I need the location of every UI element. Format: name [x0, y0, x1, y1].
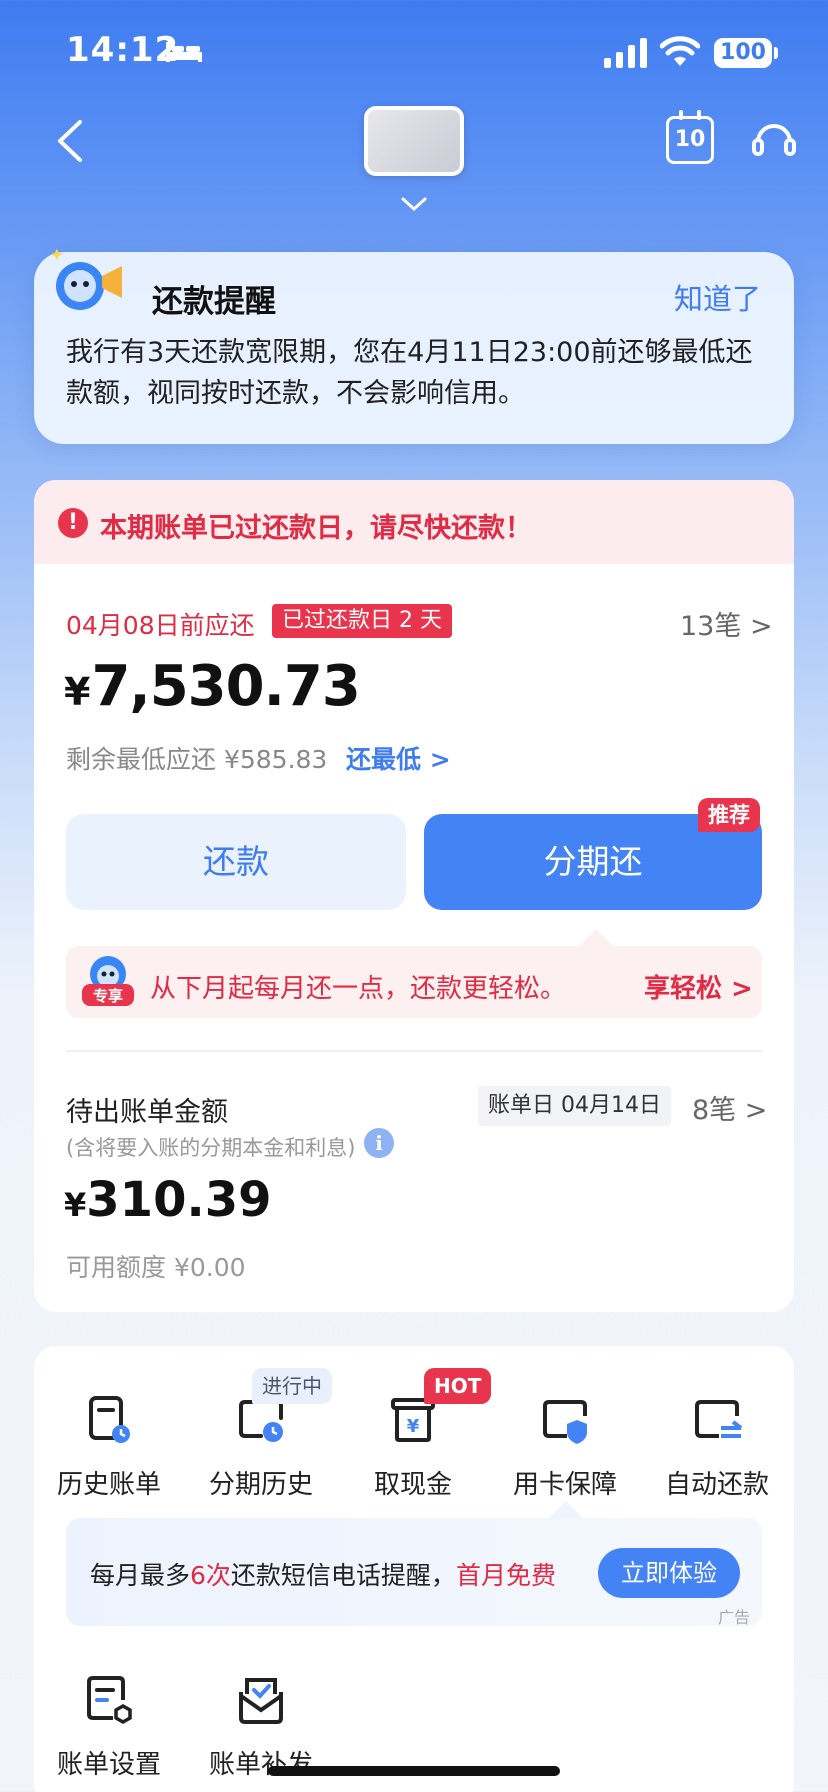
dismiss-reminder-button[interactable]: 知道了 [674, 276, 761, 318]
sleep-icon [166, 42, 202, 62]
func-label: 历史账单 [56, 1470, 161, 1500]
in-progress-badge: 进行中 [252, 1368, 332, 1404]
battery-icon: 100 [714, 38, 772, 68]
currency-symbol: ¥ [64, 670, 90, 714]
reminder-body: 我行有3天还款宽限期，您在4月11日23:00前还够最低还款额，视同按时还款，不… [66, 337, 753, 409]
ad-text-1: 每月最多 [90, 1561, 191, 1590]
bill-amount-value: 7,530.73 [91, 654, 360, 719]
svg-text:¥: ¥ [407, 1416, 420, 1437]
overdue-notice: 本期账单已过还款日，请尽快还款！ [100, 513, 532, 544]
pay-minimum-link[interactable]: 还最低 > [346, 740, 451, 776]
home-indicator[interactable] [268, 1766, 560, 1776]
bill-settings-icon [87, 1676, 132, 1725]
func-bill-settings[interactable]: 账单设置 [34, 1672, 184, 1781]
func-card-protection[interactable]: 用卡保障 [490, 1392, 640, 1501]
pending-bill-note: (含将要入账的分期本金和利息) [66, 1136, 356, 1160]
pending-amount: ¥310.39 [64, 1172, 272, 1228]
func-cash-advance[interactable]: ¥ 取现金 [338, 1392, 488, 1501]
status-time: 14:12 [66, 30, 180, 70]
divider [66, 1050, 762, 1052]
customer-service-icon[interactable] [750, 116, 798, 164]
back-icon[interactable] [56, 118, 84, 164]
try-now-button[interactable]: 立即体验 [598, 1548, 740, 1598]
currency-symbol: ¥ [64, 1186, 87, 1224]
ad-label: 广告 [718, 1608, 751, 1627]
func-label: 账单设置 [56, 1750, 161, 1780]
warning-icon: ! [58, 508, 88, 538]
func-history-bill[interactable]: 历史账单 [34, 1392, 184, 1501]
overdue-days-badge: 已过还款日 2 天 [272, 604, 452, 638]
pending-bill-label: 待出账单金额 [66, 1097, 228, 1128]
promo-link[interactable]: 享轻松 > [644, 968, 753, 1005]
repay-button[interactable]: 还款 [66, 814, 406, 910]
ad-text-2: 还款短信电话提醒， [230, 1561, 456, 1590]
mascot-icon [50, 248, 122, 310]
bill-transactions-link[interactable]: 13笔 > [680, 604, 773, 643]
battery-tip [774, 47, 778, 59]
promo-text: 从下月起每月还一点，还款更轻松。 [150, 974, 567, 1004]
func-label: 分期历史 [208, 1470, 313, 1500]
min-payment-label: 剩余最低应还 ¥585.83 [66, 745, 328, 774]
auto-repay-icon [695, 1400, 743, 1438]
info-icon[interactable]: i [364, 1128, 394, 1158]
hot-badge: HOT [424, 1368, 492, 1404]
ad-highlight-free: 首月免费 [455, 1561, 556, 1590]
calendar-icon[interactable]: 10 [666, 110, 714, 164]
ad-highlight-count: 6次 [190, 1561, 231, 1590]
available-credit: 可用额度 ¥0.00 [66, 1253, 246, 1282]
func-label: 自动还款 [664, 1470, 769, 1500]
ad-text: 每月最多6次还款短信电话提醒，首月免费 [90, 1556, 556, 1592]
promo-badge-text: 专享 [93, 987, 123, 1005]
bill-amount: ¥7,530.73 [64, 654, 361, 719]
func-label: 取现金 [373, 1470, 452, 1500]
bill-day-badge: 账单日 04月14日 [478, 1086, 671, 1126]
func-installment-history[interactable]: 分期历史 [186, 1392, 336, 1501]
signal-icon [604, 38, 647, 68]
func-bill-resend[interactable]: 账单补发 [186, 1672, 336, 1781]
card-thumbnail[interactable] [364, 106, 464, 176]
card-protection-icon [543, 1400, 587, 1444]
bill-resend-icon [239, 1678, 283, 1724]
history-bill-icon [89, 1396, 130, 1443]
wifi-icon [660, 36, 700, 66]
pending-transactions-link[interactable]: 8笔 > [692, 1088, 767, 1127]
reminder-title: 还款提醒 [152, 284, 276, 320]
func-auto-repay[interactable]: 自动还款 [642, 1392, 792, 1501]
recommend-badge: 推荐 [698, 798, 760, 832]
chevron-down-icon[interactable] [400, 196, 428, 212]
pending-amount-value: 310.39 [86, 1172, 272, 1228]
promo-mascot-icon: 专享 [82, 956, 134, 1006]
func-label: 用卡保障 [512, 1470, 617, 1500]
due-date-label: 04月08日前应还 [66, 611, 255, 640]
